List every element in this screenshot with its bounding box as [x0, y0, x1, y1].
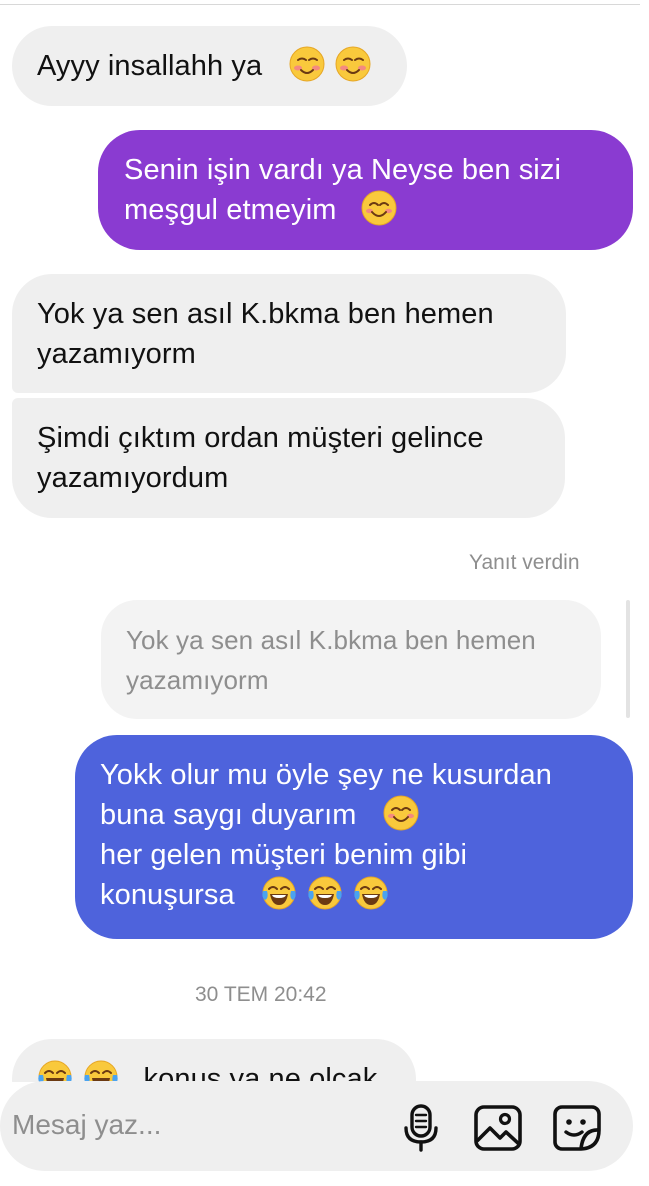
sticker-icon[interactable] [552, 1103, 602, 1153]
reply-quote-indicator [626, 600, 630, 718]
tears-of-joy-emoji-icon [308, 876, 342, 910]
message-text: Yok ya sen asıl K.bkma ben hemen [37, 298, 494, 330]
microphone-icon[interactable] [396, 1103, 446, 1153]
message-bubble-outgoing-1[interactable]: Senin işin vardı ya Neyse ben sizi meşgu… [98, 130, 633, 250]
message-text: meşgul etmeyim [124, 194, 337, 226]
message-text: yazamıyordum [37, 462, 229, 494]
message-text: yazamıyorm [37, 338, 196, 370]
reply-label: Yanıt verdin [469, 551, 580, 574]
message-text: Senin işin vardı ya Neyse ben sizi [124, 154, 561, 186]
tears-of-joy-emoji-icon [262, 876, 296, 910]
message-text: Ayyy insallahh ya [37, 50, 263, 82]
tears-of-joy-emoji-icon [38, 1060, 72, 1082]
smiling-blush-emoji-icon [335, 46, 371, 82]
reply-quote-text: Yok ya sen asıl K.bkma ben hemen [126, 625, 536, 655]
smiling-eyes-emoji-icon [383, 795, 419, 831]
message-text: Şimdi çıktım ordan müşteri gelince [37, 422, 484, 454]
reply-quote[interactable]: Yok ya sen asıl K.bkma ben hemen yazamıy… [101, 600, 601, 719]
message-text: konuşursa [100, 879, 235, 911]
message-bubble-incoming-4[interactable]: konus ya ne olcak [12, 1039, 416, 1082]
smiling-blush-emoji-icon [289, 46, 325, 82]
message-bubble-incoming-3[interactable]: Şimdi çıktım ordan müşteri gelince yazam… [12, 398, 565, 518]
message-text: her gelen müşteri benim gibi [100, 839, 468, 871]
gallery-icon[interactable] [473, 1103, 523, 1153]
tears-of-joy-emoji-icon [354, 876, 389, 910]
message-input[interactable] [12, 1103, 372, 1147]
top-divider [0, 4, 640, 5]
message-bubble-outgoing-2[interactable]: Yokk olur mu öyle şey ne kusurdan buna s… [75, 735, 633, 939]
tears-of-joy-emoji-icon [84, 1060, 118, 1082]
message-text: Yokk olur mu öyle şey ne kusurdan [100, 759, 552, 791]
partial-message-area: konus ya ne olcak [0, 1039, 649, 1082]
message-composer [0, 1081, 633, 1171]
message-bubble-incoming-1[interactable]: Ayyy insallahh ya [12, 26, 407, 106]
message-text: konus ya ne olcak [143, 1063, 378, 1082]
timestamp: 30 TEM 20:42 [195, 983, 327, 1006]
message-text: buna saygı duyarım [100, 799, 357, 831]
message-bubble-incoming-2[interactable]: Yok ya sen asıl K.bkma ben hemen yazamıy… [12, 274, 566, 393]
smiling-eyes-emoji-icon [361, 190, 397, 226]
reply-quote-text: yazamıyorm [126, 665, 269, 695]
